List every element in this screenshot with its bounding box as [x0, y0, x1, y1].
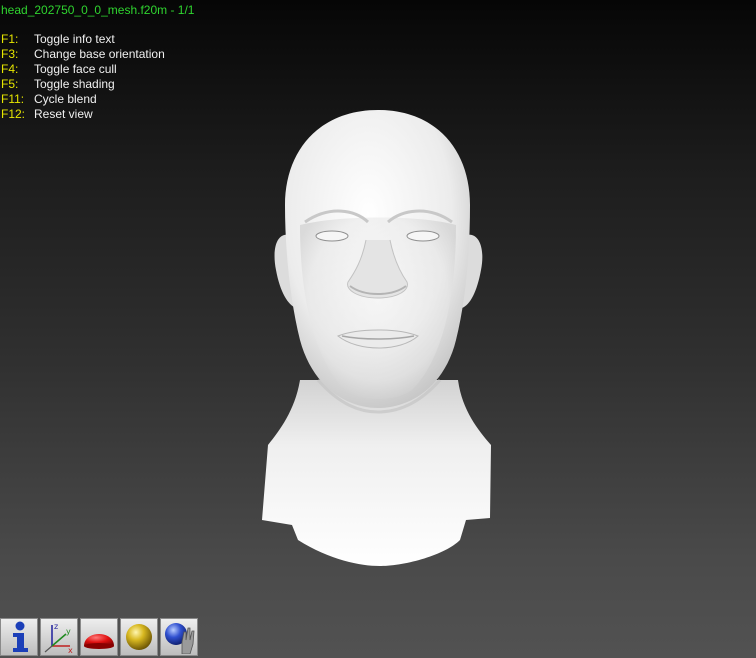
axis-label-y: y — [66, 627, 71, 636]
help-label: Cycle blend — [34, 92, 97, 106]
3d-viewport[interactable] — [0, 0, 756, 658]
red-dome-icon — [84, 634, 114, 649]
help-label: Toggle info text — [34, 32, 115, 46]
bottom-toolbar: z y x — [0, 618, 200, 658]
help-label: Change base orientation — [34, 47, 165, 61]
info-icon — [13, 621, 28, 652]
gold-sphere-icon — [126, 624, 152, 650]
help-key: F5: — [1, 77, 19, 91]
help-key: F3: — [1, 47, 19, 61]
help-key: F11: — [1, 92, 25, 106]
axis-label-z: z — [54, 622, 58, 631]
head-mesh — [262, 110, 491, 566]
light-button[interactable] — [160, 618, 198, 656]
axes-icon: z y x — [44, 622, 73, 654]
window-title: head_202750_0_0_mesh.f20m - 1/1 — [1, 3, 195, 17]
shape-button[interactable] — [80, 618, 118, 656]
help-key: F12: — [1, 107, 26, 121]
help-key: F4: — [1, 62, 19, 76]
material-button[interactable] — [120, 618, 158, 656]
axes-button[interactable]: z y x — [40, 618, 78, 656]
help-label: Reset view — [34, 107, 93, 121]
blue-sphere-hand-icon — [165, 623, 195, 654]
help-label: Toggle shading — [34, 77, 115, 91]
info-button[interactable] — [0, 618, 38, 656]
help-label: Toggle face cull — [34, 62, 117, 76]
axis-label-x: x — [68, 646, 73, 654]
help-key: F1: — [1, 32, 19, 46]
